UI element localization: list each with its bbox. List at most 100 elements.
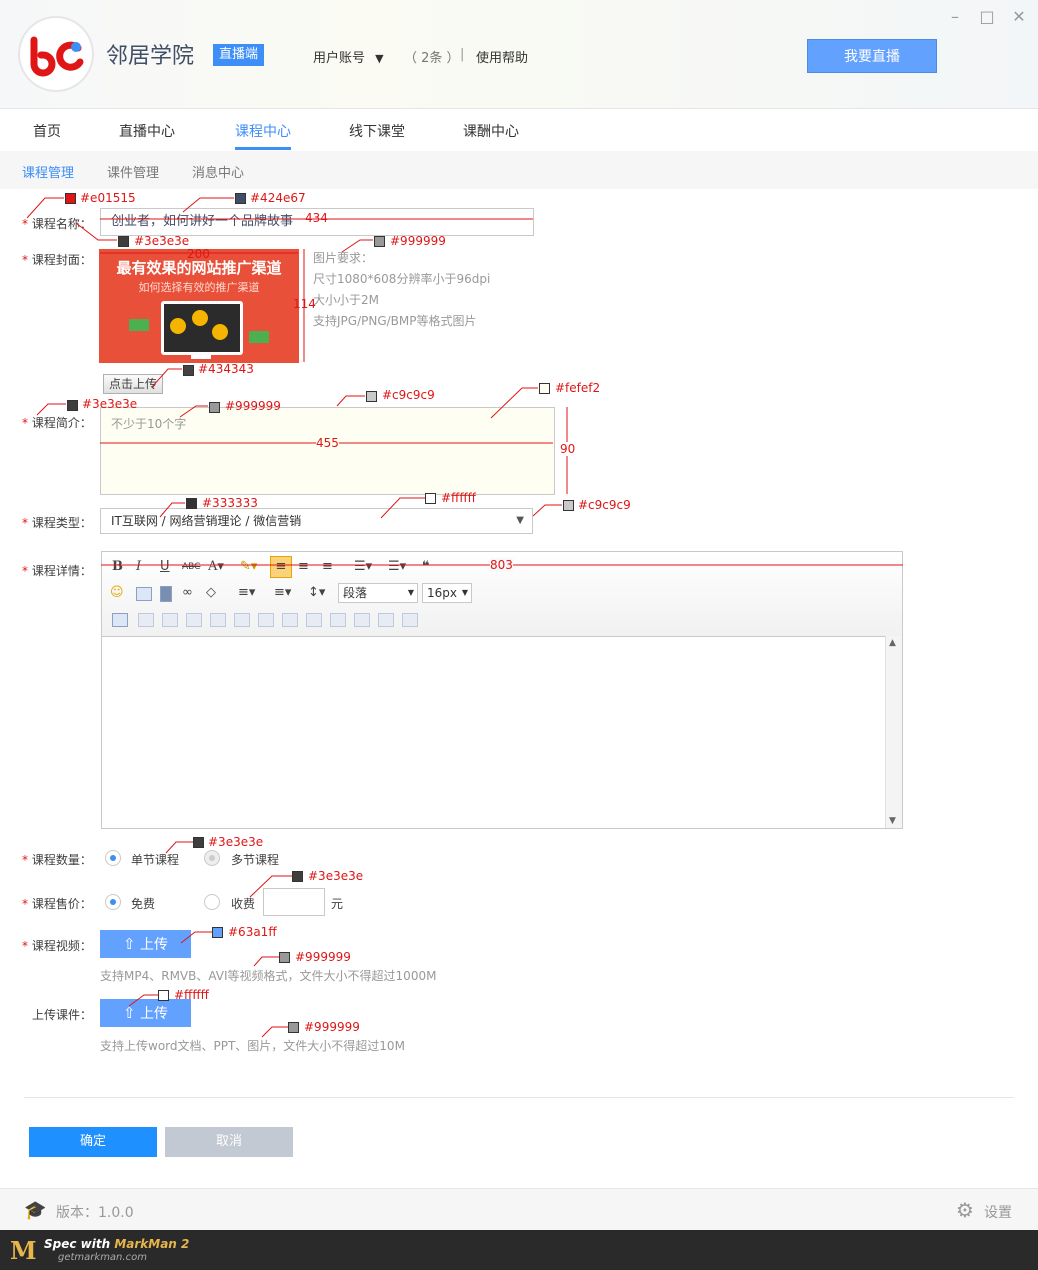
start-live-button[interactable]: 我要直播 bbox=[807, 39, 937, 73]
markman-watermark-bar: M Spec with MarkMan 2 getmarkman.com bbox=[0, 1230, 1038, 1270]
ordered-list-icon[interactable]: ☰▾ bbox=[388, 557, 406, 577]
row-spacing-icon[interactable]: ↕▾ bbox=[308, 583, 325, 603]
paragraph-format-select[interactable]: 段落 ▼ bbox=[338, 583, 418, 603]
help-link[interactable]: 使用帮助 bbox=[476, 47, 528, 66]
user-account-label: 用户账号 bbox=[313, 51, 366, 66]
paid-label[interactable]: 收费 bbox=[231, 895, 255, 912]
single-lesson-radio[interactable] bbox=[105, 850, 121, 866]
tab-offline-class[interactable]: 线下课堂 bbox=[349, 121, 405, 141]
unordered-list-icon[interactable]: ☰▾ bbox=[354, 557, 372, 577]
upload-cover-button[interactable]: 点击上传 bbox=[103, 374, 163, 394]
swatch bbox=[563, 500, 574, 511]
font-size-select[interactable]: 16px ▼ bbox=[422, 583, 472, 603]
tab-live-center[interactable]: 直播中心 bbox=[119, 121, 175, 141]
align-center-icon[interactable]: ≡ bbox=[298, 557, 309, 577]
table-delete-icon[interactable] bbox=[138, 613, 154, 627]
tab-remuneration[interactable]: 课酬中心 bbox=[463, 121, 519, 141]
coin-icon bbox=[192, 310, 208, 326]
video-icon[interactable] bbox=[160, 586, 172, 602]
merge-right-icon[interactable] bbox=[306, 613, 322, 627]
align-left-icon[interactable]: ≡ bbox=[270, 556, 292, 578]
split-cells-icon[interactable] bbox=[354, 613, 370, 627]
highlight-icon[interactable]: ✎▾ bbox=[240, 557, 257, 577]
annotation-label: 455 bbox=[316, 436, 339, 450]
free-radio[interactable] bbox=[105, 894, 121, 910]
underline-icon[interactable]: U bbox=[160, 557, 170, 577]
strikethrough-icon[interactable]: ABC bbox=[182, 557, 200, 577]
subtab-course-management[interactable]: 课程管理 bbox=[22, 162, 74, 181]
merge-down-icon[interactable] bbox=[330, 613, 346, 627]
eraser-icon[interactable]: ◇ bbox=[206, 583, 216, 603]
insert-row-icon[interactable] bbox=[186, 613, 202, 627]
scroll-up-icon[interactable]: ▲ bbox=[889, 638, 896, 648]
tab-home[interactable]: 首页 bbox=[33, 121, 61, 141]
course-type-select[interactable]: IT互联网 / 网络营销理论 / 微信营销 ▼ bbox=[100, 508, 533, 534]
live-badge: 直播端 bbox=[213, 44, 265, 66]
align-right-icon[interactable]: ≡ bbox=[322, 557, 333, 577]
merge-cells-icon[interactable] bbox=[282, 613, 298, 627]
annotation-label: #fefef2 bbox=[555, 381, 601, 395]
confirm-button[interactable]: 确定 bbox=[29, 1127, 157, 1157]
split-cols-icon[interactable] bbox=[402, 613, 418, 627]
minimize-icon[interactable]: – bbox=[946, 8, 964, 26]
single-lesson-label[interactable]: 单节课程 bbox=[131, 851, 179, 868]
table-insert-icon[interactable] bbox=[112, 613, 128, 627]
settings-label[interactable]: 设置 bbox=[984, 1202, 1012, 1222]
price-unit: 元 bbox=[331, 897, 344, 911]
paragraph-format-value: 段落 bbox=[343, 586, 368, 600]
course-price-label-text: 课程售价： bbox=[31, 897, 92, 911]
font-color-icon[interactable]: A▾ bbox=[208, 557, 224, 577]
free-label[interactable]: 免费 bbox=[131, 895, 155, 912]
annotation-label: #3e3e3e bbox=[308, 869, 364, 883]
delete-row-icon[interactable] bbox=[210, 613, 226, 627]
markman-title: Spec with MarkMan 2 bbox=[44, 1237, 189, 1251]
course-type-label: * 课程类型： bbox=[22, 514, 92, 531]
paid-radio[interactable] bbox=[204, 894, 220, 910]
swatch bbox=[374, 236, 385, 247]
multi-lesson-radio[interactable] bbox=[204, 850, 220, 866]
scroll-down-icon[interactable]: ▼ bbox=[889, 816, 896, 826]
annotation-label: #ffffff bbox=[174, 988, 209, 1002]
upload-icon: ⇧ bbox=[122, 1004, 136, 1022]
subtab-courseware-management[interactable]: 课件管理 bbox=[107, 162, 159, 181]
subtab-message-center[interactable]: 消息中心 bbox=[192, 162, 244, 181]
split-rows-icon[interactable] bbox=[378, 613, 394, 627]
tab-course-center[interactable]: 课程中心 bbox=[235, 121, 291, 141]
paragraph-spacing-icon[interactable]: ≡▾ bbox=[274, 583, 291, 603]
gear-icon[interactable]: ⚙ bbox=[956, 1198, 974, 1222]
user-account-menu[interactable]: 用户账号 ▼ bbox=[313, 47, 384, 66]
blockquote-icon[interactable]: ❝ bbox=[422, 557, 430, 577]
annotation-label: 90 bbox=[560, 442, 576, 456]
chevron-down-icon: ▼ bbox=[407, 588, 414, 597]
required-mark: * bbox=[22, 853, 28, 867]
cancel-button[interactable]: 取消 bbox=[165, 1127, 293, 1157]
header-separator: | bbox=[460, 47, 465, 62]
form-divider bbox=[24, 1097, 1014, 1098]
close-icon[interactable]: ✕ bbox=[1010, 8, 1028, 26]
message-count[interactable]: （ 2条 ） bbox=[404, 47, 460, 66]
swatch bbox=[209, 402, 220, 413]
upload-video-button[interactable]: ⇧ 上传 bbox=[100, 930, 191, 958]
maximize-icon[interactable]: □ bbox=[978, 8, 996, 26]
emoji-icon[interactable]: ☺ bbox=[110, 583, 124, 603]
multi-lesson-label[interactable]: 多节课程 bbox=[231, 851, 279, 868]
editor-scrollbar[interactable]: ▲ ▼ bbox=[885, 636, 902, 828]
course-detail-label: * 课程详情： bbox=[22, 562, 92, 579]
upload-courseware-button[interactable]: ⇧ 上传 bbox=[100, 999, 191, 1027]
bold-icon[interactable]: B bbox=[112, 557, 123, 577]
annotation-label: #c9c9c9 bbox=[578, 498, 631, 512]
table-caption-icon[interactable] bbox=[162, 613, 178, 627]
insert-col-icon[interactable] bbox=[234, 613, 250, 627]
course-video-label: * 课程视频： bbox=[22, 937, 92, 954]
courseware-label: 上传课件： bbox=[32, 1008, 93, 1022]
editor-content-area[interactable] bbox=[102, 636, 886, 828]
image-icon[interactable] bbox=[136, 587, 152, 601]
money-icon bbox=[129, 319, 149, 331]
cover-req-line: 支持JPG/PNG/BMP等格式图片 bbox=[313, 314, 477, 328]
italic-icon[interactable]: I bbox=[136, 557, 141, 577]
course-intro-textarea[interactable]: 不少于10个字 bbox=[100, 407, 555, 495]
link-icon[interactable]: ∞ bbox=[182, 583, 193, 603]
line-height-icon[interactable]: ≡▾ bbox=[238, 583, 255, 603]
price-input[interactable] bbox=[263, 888, 325, 916]
delete-col-icon[interactable] bbox=[258, 613, 274, 627]
